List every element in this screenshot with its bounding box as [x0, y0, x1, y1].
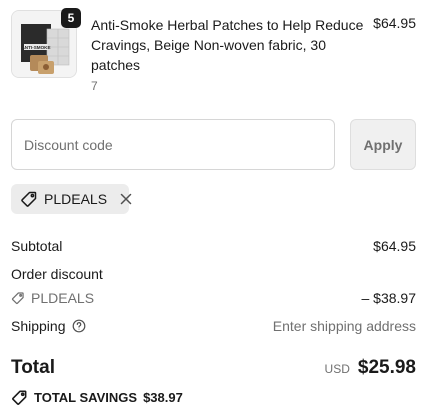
tag-icon	[20, 190, 38, 208]
tag-icon	[11, 291, 25, 305]
remove-discount-icon[interactable]	[120, 193, 132, 205]
total-amount-group: USD $25.98	[325, 357, 416, 379]
product-title: Anti-Smoke Herbal Patches to Help Reduce…	[91, 17, 364, 73]
total-savings: TOTAL SAVINGS $38.97	[11, 389, 183, 406]
discount-code-input[interactable]	[11, 119, 335, 170]
discount-value: – $38.97	[361, 290, 417, 306]
total-currency: USD	[324, 362, 350, 376]
tag-icon	[11, 389, 28, 406]
discount-form: Apply	[11, 119, 416, 170]
product-variant: 7	[91, 79, 98, 93]
discount-code-row: PLDEALS – $38.97	[11, 290, 416, 306]
product-thumbnail-wrap: ANTI-SMOKE 5	[11, 8, 81, 78]
applied-discount-chip: PLDEALS	[11, 184, 132, 214]
shipping-value: Enter shipping address	[272, 318, 416, 334]
product-image-text: ANTI-SMOKE	[21, 45, 50, 50]
discount-code-line: PLDEALS	[11, 290, 94, 306]
help-icon[interactable]	[72, 319, 86, 333]
subtotal-label: Subtotal	[11, 238, 63, 254]
total-savings-amount: $38.97	[143, 390, 183, 405]
apply-discount-button[interactable]: Apply	[350, 119, 416, 170]
discount-code-name: PLDEALS	[31, 290, 95, 306]
order-discount-label: Order discount	[11, 266, 103, 282]
quantity-badge: 5	[61, 8, 81, 28]
subtotal-value: $64.95	[373, 238, 416, 254]
applied-discount-code: PLDEALS	[44, 191, 108, 207]
subtotal-row: Subtotal $64.95	[11, 238, 416, 254]
product-price: $64.95	[373, 15, 416, 31]
shipping-label-group: Shipping	[11, 318, 86, 334]
total-row: Total USD $25.98	[11, 357, 416, 379]
total-label: Total	[11, 357, 55, 378]
shipping-row: Shipping Enter shipping address	[11, 318, 416, 334]
order-discount-row: Order discount	[11, 266, 416, 282]
shipping-label: Shipping	[11, 318, 66, 334]
total-amount: $25.98	[357, 357, 416, 378]
cart-line-item: ANTI-SMOKE 5 Anti-Smoke Herbal Patches t…	[11, 8, 416, 100]
total-savings-label: TOTAL SAVINGS	[34, 390, 138, 405]
